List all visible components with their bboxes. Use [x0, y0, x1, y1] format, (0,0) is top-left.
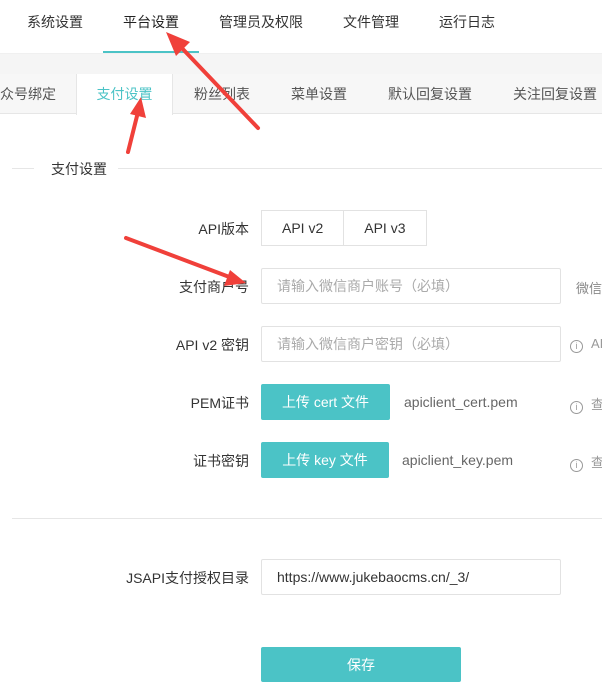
tab-account-binding[interactable]: 众号绑定: [0, 74, 56, 114]
form-divider: [12, 518, 602, 519]
section-divider-left: [12, 168, 34, 169]
merchant-id-hint: 微信: [576, 281, 602, 296]
topnav-active-indicator: [103, 51, 199, 53]
top-nav: 系统设置 平台设置 管理员及权限 文件管理 运行日志: [0, 0, 602, 54]
sub-tabs: 众号绑定 支付设置 粉丝列表 菜单设置 默认回复设置 关注回复设置: [0, 74, 602, 115]
topnav-system-settings[interactable]: 系统设置: [27, 0, 83, 54]
topnav-run-log[interactable]: 运行日志: [439, 0, 495, 54]
key-file-name: apiclient_key.pem: [402, 452, 514, 468]
jsapi-dir-label: JSAPI支付授权目录: [126, 570, 249, 586]
merchant-id-input[interactable]: [261, 268, 561, 304]
save-button[interactable]: 保存: [261, 647, 461, 682]
upload-cert-button[interactable]: 上传 cert 文件: [261, 384, 390, 420]
tab-default-reply[interactable]: 默认回复设置: [388, 74, 472, 114]
info-circle-icon: i: [570, 340, 583, 353]
section-title: 支付设置: [51, 161, 107, 177]
cert-key-label: 证书密钥: [193, 453, 249, 469]
pem-cert-hint-text: 查: [591, 397, 602, 412]
jsapi-dir-input[interactable]: [261, 559, 561, 595]
api-v2-key-hint-text: AI: [591, 336, 602, 351]
api-v2-key-label: API v2 密钥: [175, 337, 249, 353]
upload-key-button[interactable]: 上传 key 文件: [261, 442, 389, 478]
api-version-label: API版本: [198, 221, 249, 237]
info-circle-icon: i: [570, 459, 583, 472]
cert-key-hint-text: 查: [591, 455, 602, 470]
tab-payment-settings[interactable]: 支付设置: [76, 74, 173, 115]
topnav-admin-permissions[interactable]: 管理员及权限: [219, 0, 303, 54]
cert-file-name: apiclient_cert.pem: [404, 394, 518, 410]
tab-follow-reply[interactable]: 关注回复设置: [513, 74, 597, 114]
cert-key-hint: i查: [570, 452, 602, 472]
topnav-file-management[interactable]: 文件管理: [343, 0, 399, 54]
pem-cert-hint: i查: [570, 394, 602, 414]
api-v2-key-input[interactable]: [261, 326, 561, 362]
merchant-id-label: 支付商户号: [179, 279, 249, 295]
tab-fan-list[interactable]: 粉丝列表: [194, 74, 250, 114]
api-v2-key-hint: i AI: [570, 336, 602, 353]
tab-menu-settings[interactable]: 菜单设置: [291, 74, 347, 114]
api-v2-option[interactable]: API v2: [261, 210, 345, 246]
info-circle-icon: i: [570, 401, 583, 414]
api-version-toggle: API v2 API v3: [261, 210, 427, 246]
nav-gap: [0, 54, 602, 74]
topnav-platform-settings[interactable]: 平台设置: [123, 0, 179, 54]
section-divider-right: [118, 168, 602, 169]
api-v3-option[interactable]: API v3: [344, 210, 427, 246]
pem-cert-label: PEM证书: [190, 395, 249, 411]
